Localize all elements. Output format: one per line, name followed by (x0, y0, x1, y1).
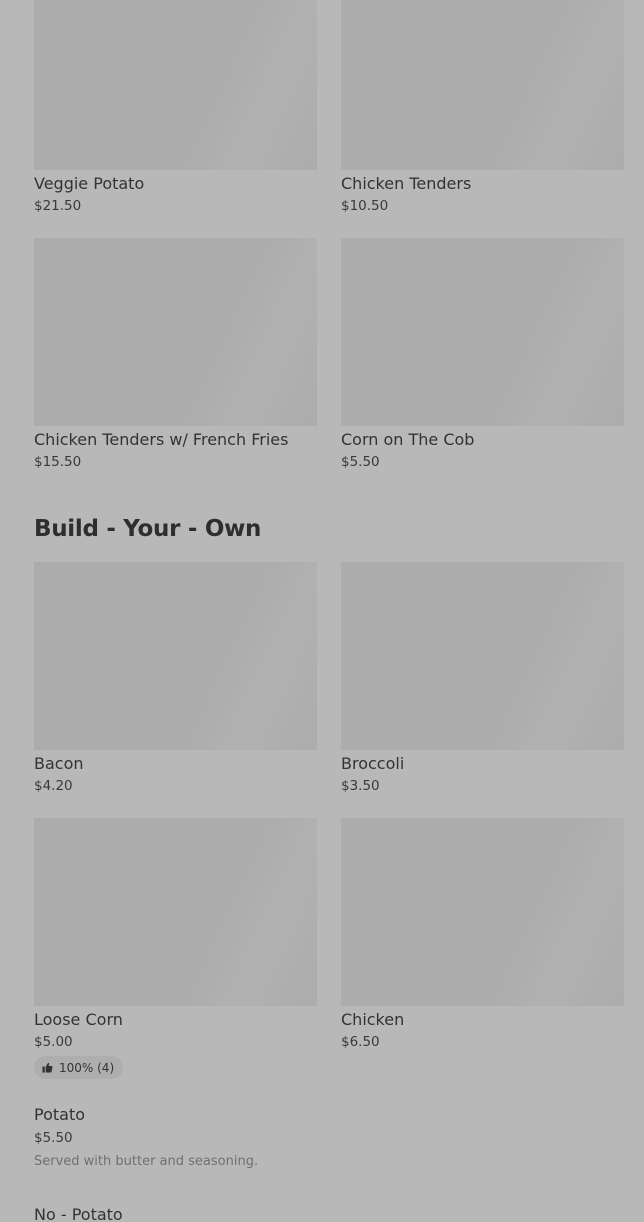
item-image (34, 818, 317, 1006)
menu-page: Veggie Potato $21.50 Chicken Tenders $10… (0, 0, 644, 1222)
thumbs-up-icon (42, 1062, 53, 1073)
item-name: Loose Corn (34, 1010, 123, 1029)
rating-badge: 100% (4) (34, 1056, 124, 1079)
rating-text: 100% (4) (59, 1060, 115, 1075)
item-price: $5.00 (34, 1034, 73, 1050)
item-price: $3.50 (341, 778, 380, 794)
item-description: Served with butter and seasoning. (34, 1154, 259, 1169)
menu-item-card[interactable]: Bacon $4.20 (34, 562, 317, 794)
menu-list-item[interactable]: No - Potato (34, 1205, 624, 1222)
item-name: Veggie Potato (34, 174, 145, 193)
item-price: $15.50 (34, 454, 82, 470)
item-image (341, 818, 624, 1006)
item-name: No - Potato (34, 1205, 123, 1222)
item-name: Bacon (34, 754, 84, 773)
item-image (34, 562, 317, 750)
item-price: $10.50 (341, 198, 389, 214)
item-price: $5.50 (341, 454, 380, 470)
item-price: $5.50 (34, 1130, 73, 1146)
menu-item-card[interactable]: Chicken $6.50 (341, 818, 624, 1079)
menu-list-item[interactable]: Potato $5.50 Served with butter and seas… (34, 1105, 624, 1170)
item-image (341, 0, 624, 170)
menu-item-card[interactable]: Veggie Potato $21.50 (34, 0, 317, 214)
item-image (341, 238, 624, 426)
item-image (341, 562, 624, 750)
menu-item-card[interactable]: Chicken Tenders $10.50 (341, 0, 624, 214)
item-name: Broccoli (341, 754, 405, 773)
item-image (34, 0, 317, 170)
menu-item-card[interactable]: Broccoli $3.50 (341, 562, 624, 794)
item-price: $4.20 (34, 778, 73, 794)
item-image (34, 238, 317, 426)
item-name: Potato (34, 1105, 86, 1124)
menu-item-card[interactable]: Loose Corn $5.00 100% (4) (34, 818, 317, 1079)
item-price: $6.50 (341, 1034, 380, 1050)
item-price: $21.50 (34, 198, 82, 214)
menu-item-card[interactable]: Corn on The Cob $5.50 (341, 238, 624, 470)
item-name: Chicken Tenders (341, 174, 472, 193)
item-name: Chicken Tenders w/ French Fries (34, 430, 289, 449)
menu-grid-top: Veggie Potato $21.50 Chicken Tenders $10… (34, 0, 624, 470)
menu-grid-build-your-own: Bacon $4.20 Broccoli $3.50 Loose Corn $5… (34, 562, 624, 1079)
item-name: Chicken (341, 1010, 405, 1029)
menu-item-card[interactable]: Chicken Tenders w/ French Fries $15.50 (34, 238, 317, 470)
item-name: Corn on The Cob (341, 430, 475, 449)
section-title: Build - Your - Own (34, 516, 262, 542)
